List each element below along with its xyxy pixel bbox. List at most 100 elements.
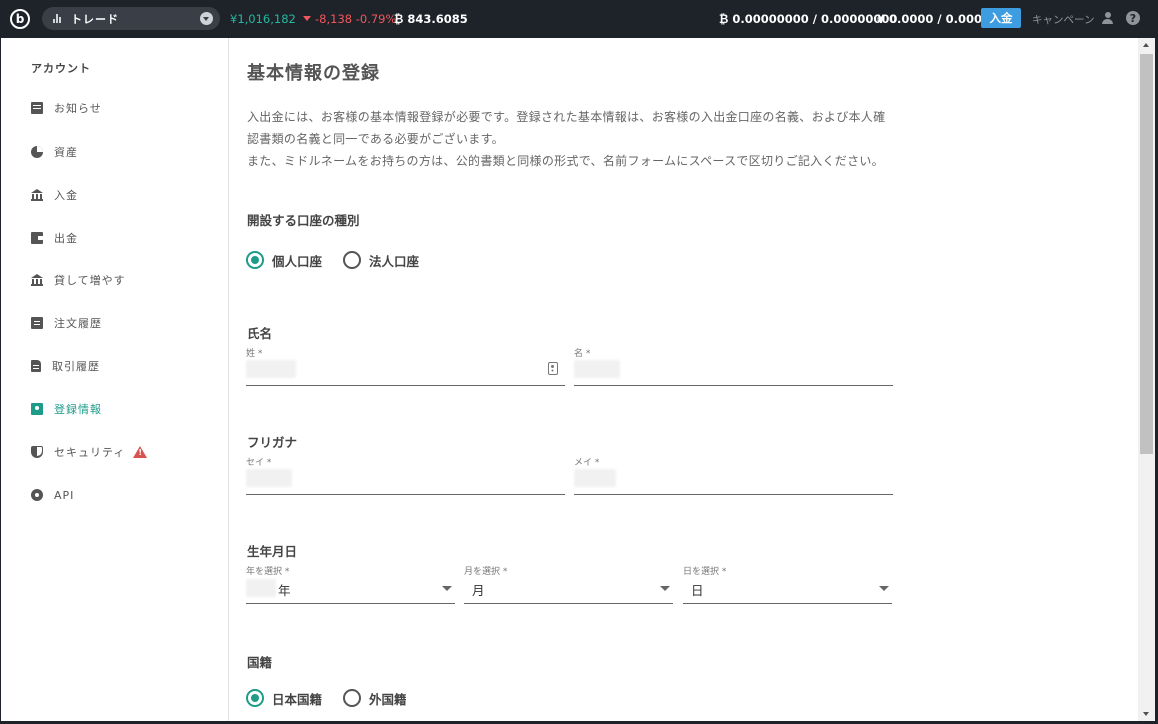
first-name-field[interactable]: 名 * [574,346,893,386]
top-bar: b トレード ¥1,016,182 -8,138 -0.79% ₿ 843.60… [0,0,1158,38]
radio-label: 日本国籍 [272,691,323,707]
radio-checked-icon [246,689,264,707]
price-change-value: -8,138 -0.79% [315,12,397,26]
radio-label: 外国籍 [369,691,407,707]
jpy-balance-value: ¥ 0.0000 / 0.0000 [877,12,990,26]
jpy-total-value: ¥1,016,182 [230,12,296,26]
field-label: 日を選択 * [683,567,727,577]
sidebar-item-lending[interactable]: 貸して増やす [31,271,126,289]
sidebar-item-order-history[interactable]: 注文履歴 [31,314,102,332]
birth-day-select[interactable]: 日を選択 * 日 [683,564,892,604]
nationality-radio-group: 日本国籍 外国籍 [246,688,428,708]
page-title: 基本情報の登録 [247,63,380,84]
select-value: 年 [278,583,291,598]
redacted-value [574,360,620,378]
bank-icon [31,274,43,286]
mode-select-label: トレード [71,12,119,26]
radio-checked-icon [246,251,264,269]
sidebar-item-label: お知らせ [54,102,102,115]
field-label: 名 * [574,349,591,359]
redacted-value [574,469,616,487]
radio-foreign-nationality[interactable]: 外国籍 [343,689,407,708]
sidebar-item-label: 注文履歴 [54,317,102,330]
description-line: 入出金には、お客様の基本情報登録が必要です。登録された基本情報は、お客様の入出金… [247,110,886,124]
gear-icon [31,489,43,501]
redacted-value [246,360,296,378]
sidebar-item-label: 貸して増やす [54,274,126,287]
vertical-scrollbar[interactable] [1138,38,1155,721]
field-label: メイ * [574,458,600,468]
sidebar-item-registration[interactable]: 登録情報 [31,400,102,418]
shield-icon [31,446,43,458]
field-label: 月を選択 * [464,567,508,577]
birth-year-select[interactable]: 年を選択 * 年 [246,564,455,604]
chevron-down-icon [200,12,213,25]
redacted-value [246,579,276,597]
radio-corporate-account[interactable]: 法人口座 [343,251,419,270]
user-icon[interactable] [1101,12,1114,25]
contact-card-icon [548,362,558,375]
redacted-value [246,469,292,487]
clipboard-icon [31,317,43,329]
logo[interactable]: b [10,9,30,29]
field-label: セイ * [246,458,272,468]
chevron-down-icon [442,586,452,591]
description-line: 認書類の名義と同一である必要がございます。 [247,132,504,146]
sidebar-item-label: セキュリティ [54,446,126,459]
select-value: 日 [691,583,704,598]
last-name-field[interactable]: 姓 * [246,346,565,386]
sidebar-item-label: 取引履歴 [52,360,100,373]
first-name-kana-field[interactable]: メイ * [574,455,893,495]
down-triangle-icon [303,16,311,21]
warning-icon [133,446,148,458]
radio-label: 個人口座 [272,253,323,269]
scroll-down-arrow-icon[interactable] [1138,707,1155,721]
scroll-thumb[interactable] [1140,54,1153,454]
radio-japanese-nationality[interactable]: 日本国籍 [246,689,322,708]
mode-select[interactable]: トレード [42,7,220,30]
campaign-link[interactable]: キャンペーン [1032,12,1094,27]
deposit-button[interactable]: 入金 [981,8,1021,28]
sidebar-item-security[interactable]: セキュリティ [31,443,148,461]
sidebar-title: アカウント [31,62,91,75]
furigana-heading: フリガナ [247,435,298,450]
sidebar-item-assets[interactable]: 資産 [31,143,78,161]
radio-unchecked-icon [343,689,362,707]
birth-month-select[interactable]: 月を選択 * 月 [464,564,673,604]
document-icon [31,360,41,372]
account-type-radio-group: 個人口座 法人口座 [246,250,440,270]
main-content: 基本情報の登録 入出金には、お客様の基本情報登録が必要です。登録された基本情報は… [229,38,1140,724]
btc-balance-value: ₿ 0.00000000 / 0.00000000 [719,12,898,26]
sidebar-item-notices[interactable]: お知らせ [31,99,102,117]
name-heading: 氏名 [247,326,273,341]
field-label: 年を選択 * [246,567,290,577]
sidebar-item-label: API [54,488,75,502]
sidebar-item-label: 登録情報 [54,403,102,416]
chevron-down-icon [879,586,889,591]
wallet-icon [31,232,43,244]
scroll-up-arrow-icon[interactable] [1138,38,1155,52]
radio-personal-account[interactable]: 個人口座 [246,251,322,270]
chevron-down-icon [660,586,670,591]
badge-icon [31,403,43,415]
sidebar-item-label: 資産 [54,146,78,159]
sidebar-item-withdraw[interactable]: 出金 [31,229,78,247]
sidebar-item-deposit[interactable]: 入金 [31,186,78,204]
sidebar-item-label: 出金 [54,232,78,245]
radio-unchecked-icon [343,251,362,269]
nationality-heading: 国籍 [247,655,273,670]
bank-icon [31,189,43,201]
sidebar: アカウント お知らせ 資産 入金 出金 貸して増やす 注文履歴 取引履歴 登録情… [0,38,229,724]
radio-label: 法人口座 [369,253,420,269]
sidebar-item-api[interactable]: API [31,486,74,504]
price-change: -8,138 -0.79% [303,12,396,26]
select-value: 月 [472,583,485,598]
help-icon[interactable]: ? [1126,11,1140,25]
description: 入出金には、お客様の基本情報登録が必要です。登録された基本情報は、お客様の入出金… [247,106,917,172]
btc-price-value: ₿ 843.6085 [394,12,468,26]
message-icon [31,102,43,114]
birthdate-heading: 生年月日 [247,544,298,559]
window-frame [0,38,1,724]
sidebar-item-trade-history[interactable]: 取引履歴 [31,357,100,375]
last-name-kana-field[interactable]: セイ * [246,455,565,495]
